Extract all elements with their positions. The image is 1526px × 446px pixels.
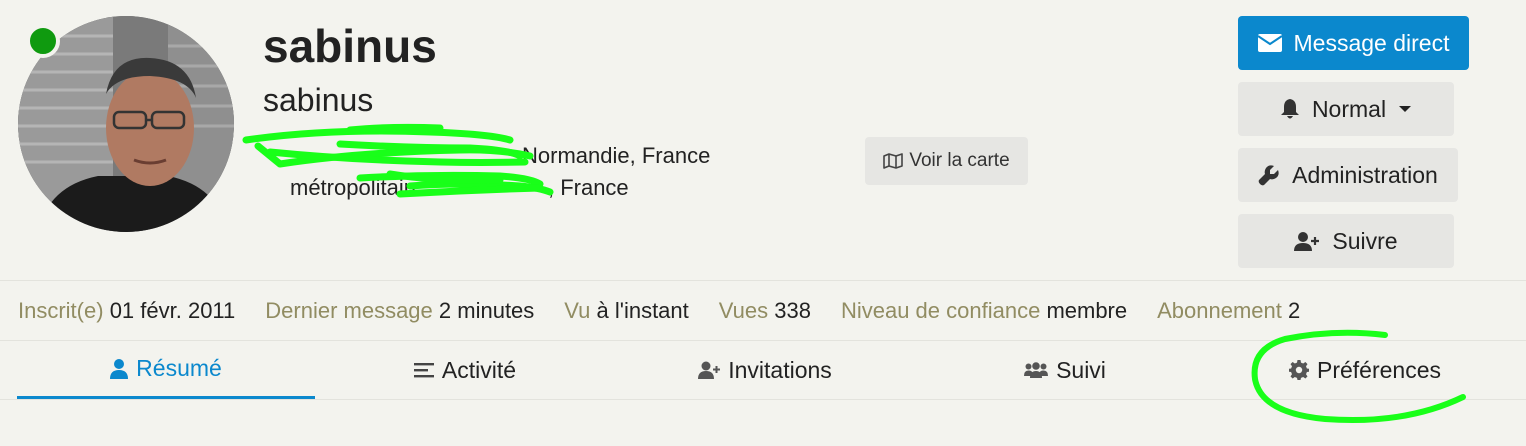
wrench-icon [1258, 165, 1279, 186]
stat-seen: Vu à l'instant [564, 298, 689, 323]
header-divider [0, 280, 1526, 281]
user-plus-icon [1294, 232, 1320, 251]
users-icon [1024, 362, 1049, 378]
online-status-indicator [26, 24, 60, 58]
stat-trust-level: Niveau de confiance membre [840, 298, 1128, 323]
tabs-divider [0, 399, 1526, 400]
stat-last-post: Dernier message 2 minutes [265, 298, 535, 323]
profile-tabs: Résumé Activité Invitations Suivi Préfér… [17, 341, 1517, 399]
profile-full-name: sabinus [263, 82, 374, 118]
bell-icon [1280, 99, 1299, 119]
direct-message-label: Message direct [1293, 29, 1450, 56]
location-line1: Normandie, France [522, 143, 711, 168]
stat-views: Vues 338 [718, 298, 811, 323]
administration-button[interactable]: Administration [1238, 148, 1458, 202]
location-line2-start: métropolitain [290, 175, 416, 200]
tab-activity-label: Activité [441, 356, 517, 383]
tab-following[interactable]: Suivi [915, 341, 1215, 399]
tab-preferences[interactable]: Préférences [1215, 341, 1515, 399]
view-map-label: Voir la carte [909, 150, 1010, 171]
envelope-icon [1257, 34, 1282, 52]
administration-label: Administration [1292, 161, 1438, 188]
profile-username: sabinus [263, 20, 437, 72]
tab-activity[interactable]: Activité [315, 341, 615, 399]
tab-invitations[interactable]: Invitations [615, 341, 915, 399]
follow-label: Suivre [1332, 227, 1398, 254]
user-plus-icon [698, 361, 721, 379]
stat-following[interactable]: Abonnement 2 [1157, 296, 1300, 326]
direct-message-button[interactable]: Message direct [1238, 16, 1469, 70]
caret-down-icon [1399, 106, 1412, 112]
profile-stats: Inscrit(e) 01 févr. 2011 Dernier message… [18, 296, 1300, 326]
profile-location[interactable]: Normandie, France métropolitain, France [258, 140, 778, 204]
tab-following-label: Suivi [1056, 356, 1106, 383]
tab-preferences-label: Préférences [1316, 356, 1441, 383]
view-map-button[interactable]: Voir la carte [865, 137, 1028, 185]
stat-joined: Inscrit(e) 01 févr. 2011 [18, 298, 236, 323]
tab-summary-label: Résumé [136, 355, 222, 381]
avatar-container[interactable] [18, 16, 234, 232]
user-icon [110, 358, 129, 379]
tab-invitations-label: Invitations [728, 356, 832, 383]
notification-level-dropdown[interactable]: Normal [1238, 82, 1454, 136]
map-icon [883, 153, 904, 169]
gear-icon [1288, 360, 1309, 380]
tab-summary[interactable]: Résumé [17, 341, 315, 399]
list-icon [413, 363, 434, 378]
follow-button[interactable]: Suivre [1238, 214, 1454, 268]
location-line2-end: France [560, 175, 629, 200]
notification-level-label: Normal [1311, 95, 1387, 122]
